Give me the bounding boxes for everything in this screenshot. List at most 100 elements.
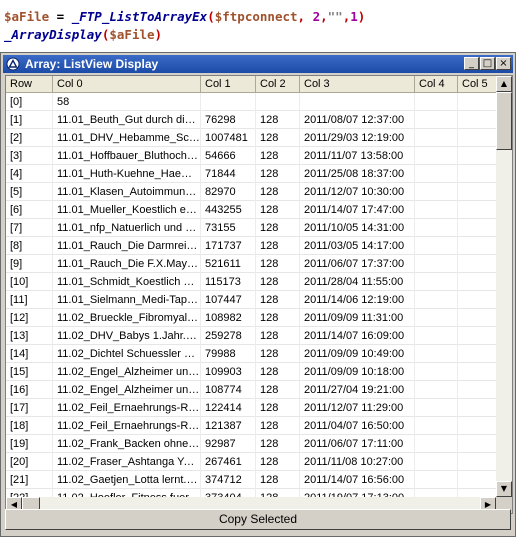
table-cell-col-1: 11.01_Beuth_Gut durch die Wechseljahre.p… bbox=[53, 111, 201, 129]
table-cell-col-2: 521611 bbox=[201, 255, 256, 273]
table-cell-col-5 bbox=[415, 381, 458, 399]
table-cell-col-4: 2011/29/03 12:19:00 bbox=[300, 129, 415, 147]
table-cell-col-1: 11.01_DHV_Hebamme_Schwangerschaft.pdf bbox=[53, 129, 201, 147]
table-cell-col-3: 128 bbox=[256, 345, 300, 363]
table-cell-col-5 bbox=[415, 453, 458, 471]
column-header-3[interactable]: Col 2 bbox=[256, 76, 300, 93]
table-cell-col-4: 2011/12/07 10:30:00 bbox=[300, 183, 415, 201]
table-cell-col-2: 108774 bbox=[201, 381, 256, 399]
table-cell-col-1: 11.01_Schmidt_Koestlich essen.pdf bbox=[53, 273, 201, 291]
table-cell-col-4: 2011/14/07 16:09:00 bbox=[300, 327, 415, 345]
table-cell-col-0: [0] bbox=[6, 93, 53, 111]
table-cell-col-5 bbox=[415, 417, 458, 435]
scroll-down-icon[interactable]: ▼ bbox=[496, 481, 512, 497]
table-cell-col-0: [16] bbox=[6, 381, 53, 399]
table-cell-col-2: 443255 bbox=[201, 201, 256, 219]
table-row[interactable]: [2]11.01_DHV_Hebamme_Schwangerschaft.pdf… bbox=[6, 129, 508, 147]
table-cell-col-1: 11.02_Gaetjen_Lotta lernt.pdf bbox=[53, 471, 201, 489]
table-cell-col-0: [21] bbox=[6, 471, 53, 489]
table-cell-col-3: 128 bbox=[256, 435, 300, 453]
column-header-5[interactable]: Col 4 bbox=[415, 76, 458, 93]
table-cell-col-0: [3] bbox=[6, 147, 53, 165]
table-cell-col-5 bbox=[415, 327, 458, 345]
table-cell-col-5 bbox=[415, 471, 458, 489]
table-row[interactable]: [6]11.01_Mueller_Koestlich essen.pdf4432… bbox=[6, 201, 508, 219]
copy-selected-button[interactable]: Copy Selected bbox=[5, 509, 511, 530]
table-cell-col-5 bbox=[415, 291, 458, 309]
maximize-button[interactable]: □ bbox=[480, 57, 495, 70]
table-cell-col-2: 267461 bbox=[201, 453, 256, 471]
column-header-1[interactable]: Col 0 bbox=[53, 76, 201, 93]
table-row[interactable]: [12]11.02_Brueckle_Fibromyalgie.pdf10898… bbox=[6, 309, 508, 327]
code-token-number: 2 bbox=[312, 9, 321, 24]
table-cell-col-1: 11.01_Rauch_Die Darmreinigung.pdf bbox=[53, 237, 201, 255]
table-row[interactable]: [4]11.01_Huth-Kuehne_Haemophilie.pdf7184… bbox=[6, 165, 508, 183]
listview[interactable]: Row Col 0 Col 1 Col 2 Col 3 Col 4 Col 5 [0] 58[… bbox=[5, 75, 513, 514]
table-cell-col-4: 2011/04/07 16:50:00 bbox=[300, 417, 415, 435]
table-row[interactable]: [11]11.01_Sielmann_Medi-Taping.pdf107447… bbox=[6, 291, 508, 309]
table-cell-col-1: 11.02_Frank_Backen ohne Zucker.pdf bbox=[53, 435, 201, 453]
window-titlebar[interactable]: Array: ListView Display _ □ × bbox=[3, 55, 513, 73]
table-cell-col-2: 1007481 bbox=[201, 129, 256, 147]
code-line-2: _ArrayDisplay($aFile) bbox=[4, 26, 365, 44]
table-cell-col-3: 128 bbox=[256, 111, 300, 129]
table-row[interactable]: [17]11.02_Feil_Ernaehrungs-Ratgeber.pdf1… bbox=[6, 399, 508, 417]
code-token-paren: ) bbox=[154, 27, 163, 42]
table-row[interactable]: [5]11.01_Klasen_Autoimmunerkrankungen.pd… bbox=[6, 183, 508, 201]
table-cell-col-3: 128 bbox=[256, 273, 300, 291]
table-row[interactable]: [18]11.02_Feil_Ernaehrungs-Ratgeber 2.pd… bbox=[6, 417, 508, 435]
table-cell-col-2: 76298 bbox=[201, 111, 256, 129]
code-token-sep: , bbox=[320, 9, 328, 24]
table-cell-col-1: 11.02_Engel_Alzheimer und Demenz.pdf bbox=[53, 363, 201, 381]
table-cell-col-4 bbox=[300, 93, 415, 111]
table-row[interactable]: [20]11.02_Fraser_Ashtanga Yoga.pdf267461… bbox=[6, 453, 508, 471]
table-row[interactable]: [21] 11.02_Gaetjen_Lotta lernt.pdf 374712 1… bbox=[6, 471, 508, 489]
table-cell-col-5 bbox=[415, 345, 458, 363]
vertical-scrollbar[interactable]: ▲ ▼ bbox=[496, 76, 512, 497]
table-row[interactable]: [1]11.01_Beuth_Gut durch die Wechseljahr… bbox=[6, 111, 508, 129]
table-row[interactable]: [7]11.01_nfp_Natuerlich und sicher.pdf73… bbox=[6, 219, 508, 237]
column-header-4[interactable]: Col 3 bbox=[300, 76, 415, 93]
table-cell-col-4: 2011/06/07 17:11:00 bbox=[300, 435, 415, 453]
vertical-scroll-thumb[interactable] bbox=[496, 92, 512, 150]
table-cell-col-3: 128 bbox=[256, 219, 300, 237]
scroll-up-icon[interactable]: ▲ bbox=[496, 76, 512, 92]
table-row[interactable]: [19]11.02_Frank_Backen ohne Zucker.pdf92… bbox=[6, 435, 508, 453]
table-cell-col-2: 171737 bbox=[201, 237, 256, 255]
table-row[interactable]: [3]11.01_Hoffbauer_Bluthochdruck.pdf5466… bbox=[6, 147, 508, 165]
table-cell-col-5 bbox=[415, 237, 458, 255]
table-cell-col-5 bbox=[415, 273, 458, 291]
table-cell-col-5 bbox=[415, 363, 458, 381]
table-row[interactable]: [10]11.01_Schmidt_Koestlich essen.pdf115… bbox=[6, 273, 508, 291]
table-cell-col-1: 11.02_Feil_Ernaehrungs-Ratgeber 2.pdf bbox=[53, 417, 201, 435]
table-cell-col-3: 128 bbox=[256, 291, 300, 309]
minimize-button[interactable]: _ bbox=[464, 57, 479, 70]
table-cell-col-2: 71844 bbox=[201, 165, 256, 183]
table-cell-col-0: [14] bbox=[6, 345, 53, 363]
table-cell-col-4: 2011/14/07 17:47:00 bbox=[300, 201, 415, 219]
table-cell-col-3: 128 bbox=[256, 453, 300, 471]
close-button[interactable]: × bbox=[496, 57, 511, 70]
table-cell-col-2: 107447 bbox=[201, 291, 256, 309]
table-row[interactable]: [13] 11.02_DHV_Babys 1.Jahr.pdf 259278 128 2… bbox=[6, 327, 508, 345]
table-cell-col-0: [20] bbox=[6, 453, 53, 471]
table-cell-col-2: 374712 bbox=[201, 471, 256, 489]
table-cell-col-0: [8] bbox=[6, 237, 53, 255]
table-cell-col-0: [13] bbox=[6, 327, 53, 345]
table-cell-col-1: 11.01_Mueller_Koestlich essen.pdf bbox=[53, 201, 201, 219]
table-row[interactable]: [8]11.01_Rauch_Die Darmreinigung.pdf1717… bbox=[6, 237, 508, 255]
table-cell-col-4: 2011/09/09 10:49:00 bbox=[300, 345, 415, 363]
table-cell-col-2: 79988 bbox=[201, 345, 256, 363]
column-header-2[interactable]: Col 1 bbox=[201, 76, 256, 93]
table-row[interactable]: [16]11.02_Engel_Alzheimer und Demenz 2.p… bbox=[6, 381, 508, 399]
table-cell-col-1: 11.01_Klasen_Autoimmunerkrankungen.pdf bbox=[53, 183, 201, 201]
table-row[interactable]: [15]11.02_Engel_Alzheimer und Demenz.pdf… bbox=[6, 363, 508, 381]
table-cell-col-2: 92987 bbox=[201, 435, 256, 453]
table-row[interactable]: [9]11.01_Rauch_Die F.X.Mayr-Kur.pdf52161… bbox=[6, 255, 508, 273]
column-header-0[interactable]: Row bbox=[6, 76, 53, 93]
table-row[interactable]: [0] 58 bbox=[6, 93, 508, 111]
code-line-1: $aFile = _FTP_ListToArrayEx($ftpconnect,… bbox=[4, 8, 365, 26]
table-cell-col-2: 121387 bbox=[201, 417, 256, 435]
table-cell-col-2: 82970 bbox=[201, 183, 256, 201]
table-row[interactable]: [14]11.02_Dichtel Schuessler Salze.pdf79… bbox=[6, 345, 508, 363]
